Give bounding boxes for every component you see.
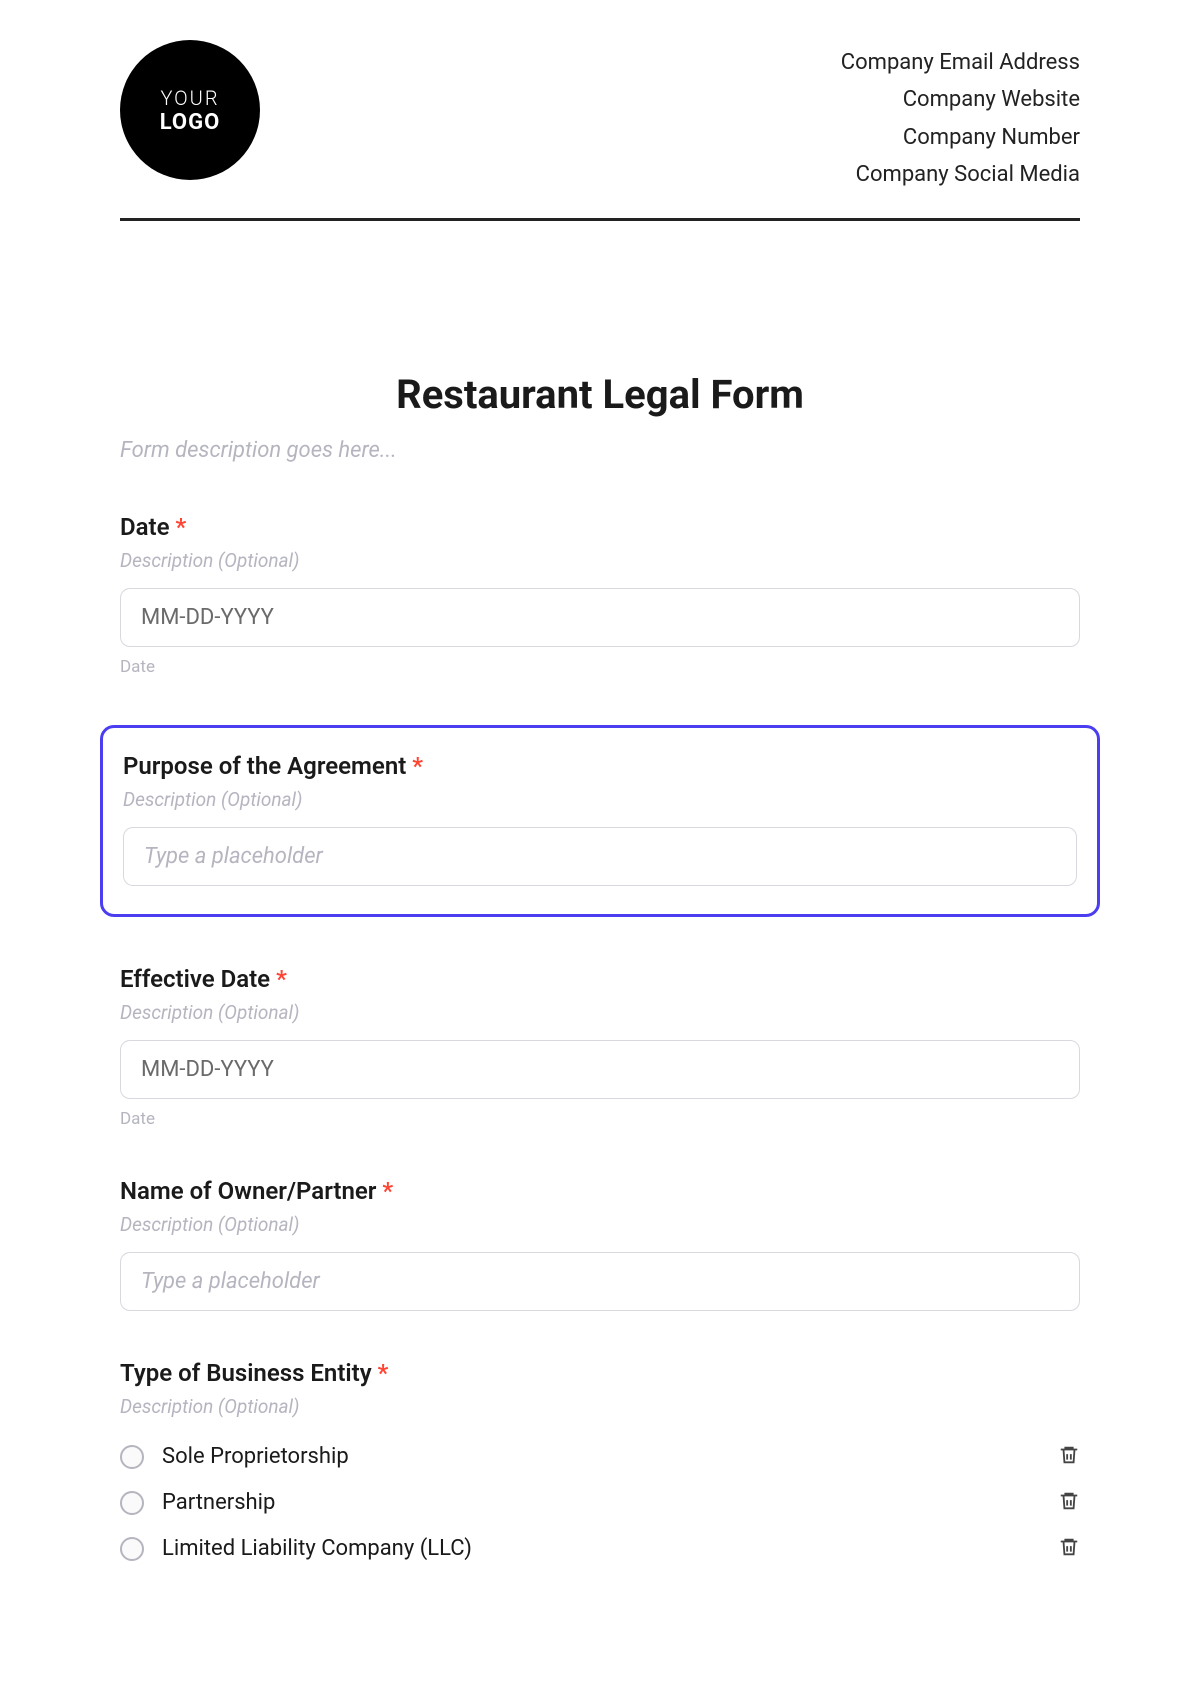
radio-icon[interactable] [120,1445,144,1469]
radio-label: Partnership [162,1490,275,1515]
company-social: Company Social Media [841,156,1080,193]
logo-line2: LOGO [160,110,221,135]
date-input[interactable] [120,588,1080,647]
effective-date-input[interactable] [120,1040,1080,1099]
trash-icon[interactable] [1058,1490,1080,1516]
trash-icon[interactable] [1058,1444,1080,1470]
radio-icon[interactable] [120,1491,144,1515]
radio-icon[interactable] [120,1537,144,1561]
form-description[interactable]: Form description goes here... [120,438,1080,463]
field-date-label: Date * [120,513,1080,541]
radio-option-sole-proprietorship[interactable]: Sole Proprietorship [120,1434,1080,1480]
purpose-input[interactable] [123,827,1077,886]
radio-label: Sole Proprietorship [162,1444,349,1469]
field-entity-sub[interactable]: Description (Optional) [120,1395,1080,1418]
field-effective-date-label: Effective Date * [120,965,1080,993]
field-purpose-sub[interactable]: Description (Optional) [123,788,1077,811]
field-purpose-label-text: Purpose of the Agreement [123,752,406,780]
radio-label: Limited Liability Company (LLC) [162,1536,472,1561]
field-effective-date-sub[interactable]: Description (Optional) [120,1001,1080,1024]
required-indicator: * [412,752,423,780]
required-indicator: * [382,1177,393,1205]
logo-line1: YOUR [160,86,219,110]
field-entity-label: Type of Business Entity * [120,1359,1080,1387]
field-effective-date: Effective Date * Description (Optional) … [120,965,1080,1129]
form-title: Restaurant Legal Form [120,371,1080,418]
company-email: Company Email Address [841,44,1080,81]
field-date-caption: Date [120,657,1080,677]
field-date-sub[interactable]: Description (Optional) [120,549,1080,572]
required-indicator: * [276,965,287,993]
company-website: Company Website [841,81,1080,118]
owner-input[interactable] [120,1252,1080,1311]
field-entity: Type of Business Entity * Description (O… [120,1359,1080,1572]
radio-option-partnership[interactable]: Partnership [120,1480,1080,1526]
field-owner-label: Name of Owner/Partner * [120,1177,1080,1205]
company-info: Company Email Address Company Website Co… [841,40,1080,194]
document-header: YOUR LOGO Company Email Address Company … [120,40,1080,221]
required-indicator: * [175,513,186,541]
required-indicator: * [378,1359,389,1387]
field-effective-date-caption: Date [120,1109,1080,1129]
field-effective-date-label-text: Effective Date [120,965,270,993]
field-date-label-text: Date [120,513,170,541]
field-owner: Name of Owner/Partner * Description (Opt… [120,1177,1080,1311]
field-entity-label-text: Type of Business Entity [120,1359,372,1387]
logo: YOUR LOGO [120,40,260,180]
field-purpose[interactable]: Purpose of the Agreement * Description (… [100,725,1100,917]
trash-icon[interactable] [1058,1536,1080,1562]
company-number: Company Number [841,119,1080,156]
field-date: Date * Description (Optional) Date [120,513,1080,677]
field-owner-sub[interactable]: Description (Optional) [120,1213,1080,1236]
radio-option-llc[interactable]: Limited Liability Company (LLC) [120,1526,1080,1572]
field-purpose-label: Purpose of the Agreement * [123,752,1077,780]
field-owner-label-text: Name of Owner/Partner [120,1177,376,1205]
